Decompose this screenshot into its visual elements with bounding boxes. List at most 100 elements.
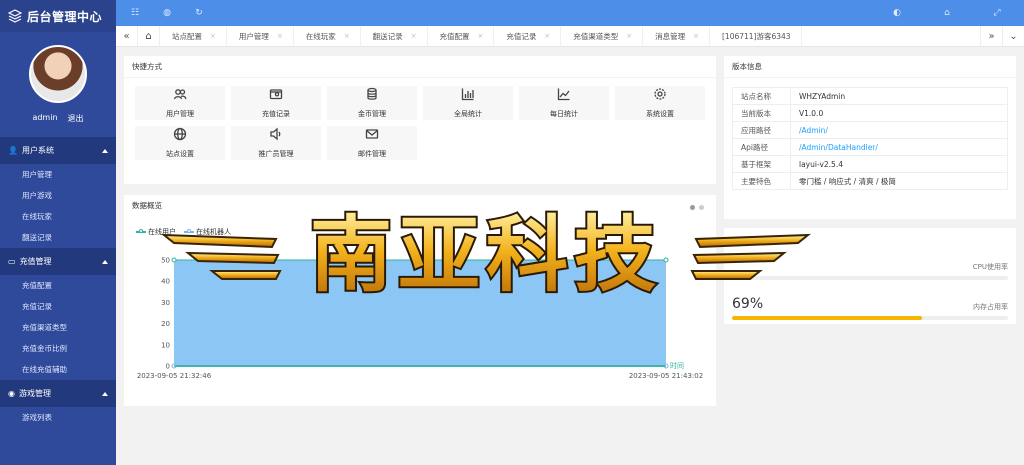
row-value-link[interactable]: /Admin/DataHandler/: [790, 138, 1008, 156]
logout-link[interactable]: 退出: [68, 113, 84, 124]
shortcut-daily-stats[interactable]: 每日统计: [519, 86, 609, 120]
data-point: [663, 257, 669, 263]
metric-label: 内存占用率: [973, 303, 1008, 311]
refresh-icon[interactable]: ↻: [194, 8, 204, 18]
caret-up-icon: [102, 148, 108, 153]
menu-head-recharge[interactable]: ▭ 充值管理: [0, 248, 116, 275]
tab-label: [106711]游客6343: [722, 31, 791, 41]
sidebar-item-recharge-channel[interactable]: 充值渠道类型: [0, 317, 116, 338]
close-icon[interactable]: ×: [544, 32, 550, 40]
layers-icon: [8, 9, 22, 23]
sidebar-item-online-players[interactable]: 在线玩家: [0, 206, 116, 227]
carousel-dot[interactable]: [699, 205, 704, 210]
menu-toggle-icon[interactable]: ☷: [130, 8, 140, 18]
close-icon[interactable]: ×: [693, 32, 699, 40]
bar-chart-icon: [461, 88, 474, 101]
sidebar-item-recharge-assist[interactable]: 在线充值辅助: [0, 359, 116, 380]
table-row: Api路径/Admin/DataHandler/: [732, 138, 1008, 156]
avatar[interactable]: [29, 45, 87, 103]
metric-value: 69%: [732, 296, 764, 312]
table-row: 应用路径/Admin/: [732, 121, 1008, 139]
tab-gift-records[interactable]: 翻送记录 ×: [361, 25, 428, 47]
row-value-link[interactable]: /Admin/: [790, 121, 1008, 139]
sidebar-item-user-manage[interactable]: 用户管理: [0, 164, 116, 185]
home-icon[interactable]: ⌂: [138, 25, 160, 47]
close-icon[interactable]: ×: [344, 32, 350, 40]
card-title: 版本信息: [724, 56, 1016, 78]
users-icon: [173, 89, 187, 100]
progress-fill: [732, 316, 923, 320]
shortcut-mail-manage[interactable]: 邮件管理: [327, 126, 417, 160]
shortcut-label: 全局统计: [454, 110, 482, 118]
sidebar-item-recharge-ratio[interactable]: 充值金币比例: [0, 338, 116, 359]
tab-site-config[interactable]: 站点配置 ×: [160, 25, 227, 47]
fullscreen-icon[interactable]: ⤢: [992, 8, 1002, 18]
row-key: 站点名称: [732, 87, 791, 105]
caret-up-icon: [102, 391, 108, 396]
shortcut-coin-manage[interactable]: 金币管理: [327, 86, 417, 120]
sidebar-item-game-list[interactable]: 游戏列表: [0, 407, 116, 428]
close-icon[interactable]: ×: [626, 32, 632, 40]
shortcut-label: 推广员管理: [258, 150, 294, 158]
system-load-card: CPU使用率 69% 内存占用率: [724, 228, 1016, 324]
shortcut-label: 站点设置: [166, 150, 194, 158]
data-overview-card: 数据概览 在线用户 在线机器人 0 10 20 30 40 50 2023-09-05 21…: [124, 195, 716, 406]
gear-icon: [654, 88, 666, 100]
shortcut-user-manage[interactable]: 用户管理: [135, 86, 225, 120]
tab-guest[interactable]: [106711]游客6343: [710, 25, 802, 47]
close-icon[interactable]: ×: [210, 32, 216, 40]
tab-bar: « ⌂ 站点配置 × 用户管理 × 在线玩家 × 翻送记录 × 充值配置 × 充值记录 × …: [116, 25, 1024, 47]
shortcut-promoter-manage[interactable]: 推广员管理: [231, 126, 321, 160]
theme-icon[interactable]: ◐: [892, 8, 902, 18]
tab-label: 充值配置: [439, 31, 470, 41]
gamepad-icon: ◉: [8, 389, 15, 398]
tag-icon[interactable]: ⌂: [942, 8, 952, 18]
caret-up-icon: [102, 259, 108, 264]
close-icon[interactable]: ×: [411, 32, 417, 40]
menu-head-users[interactable]: 👤 用户系统: [0, 137, 116, 164]
tab-messages[interactable]: 消息管理 ×: [643, 25, 710, 47]
x-tick-label: 2023-09-05 21:43:02: [629, 372, 703, 380]
tab-user-manage[interactable]: 用户管理 ×: [227, 25, 294, 47]
sidebar-item-gift-records[interactable]: 翻送记录: [0, 227, 116, 248]
tabs-prev-icon[interactable]: «: [116, 25, 138, 47]
tab-online-players[interactable]: 在线玩家 ×: [294, 25, 361, 47]
globe-icon[interactable]: ◍: [162, 8, 172, 18]
sidebar-item-recharge-records[interactable]: 充值记录: [0, 296, 116, 317]
menu-head-games[interactable]: ◉ 游戏管理: [0, 380, 116, 407]
table-row: 基于框架 layui-v2.5.4: [732, 155, 1008, 173]
x-axis-label: 时间: [670, 361, 684, 370]
tab-recharge-channel[interactable]: 充值渠道类型 ×: [561, 25, 644, 47]
memory-metric: 69% 内存占用率: [732, 296, 1008, 320]
table-row: 当前版本 V1.0.0: [732, 104, 1008, 122]
close-icon[interactable]: ×: [277, 32, 283, 40]
globe-icon: [173, 127, 187, 141]
row-key: 应用路径: [732, 121, 791, 139]
close-icon[interactable]: ×: [478, 32, 484, 40]
chevron-down-icon[interactable]: ⌄: [1002, 25, 1024, 47]
shortcut-label: 邮件管理: [358, 150, 386, 158]
row-value: 零门槛 / 响应式 / 清爽 / 极简: [790, 172, 1008, 190]
shortcut-system-settings[interactable]: 系统设置: [615, 86, 705, 120]
sidebar-item-user-games[interactable]: 用户游戏: [0, 185, 116, 206]
tab-label: 充值渠道类型: [573, 31, 619, 41]
username[interactable]: admin: [32, 113, 57, 124]
carousel-dot[interactable]: [690, 205, 695, 210]
card-title: 快捷方式: [124, 56, 716, 78]
card-icon: ▭: [8, 257, 16, 266]
tab-recharge-config[interactable]: 充值配置 ×: [428, 25, 495, 47]
carousel-dots[interactable]: [690, 205, 704, 210]
sidebar-item-recharge-config[interactable]: 充值配置: [0, 275, 116, 296]
coins-icon: [367, 87, 377, 100]
row-value: V1.0.0: [790, 104, 1008, 122]
tab-recharge-records[interactable]: 充值记录 ×: [494, 25, 562, 47]
shortcut-global-stats[interactable]: 全局统计: [423, 86, 513, 120]
shortcut-site-settings[interactable]: 站点设置: [135, 126, 225, 160]
cpu-metric: CPU使用率: [732, 262, 1008, 280]
menu-group-games: ◉ 游戏管理 游戏列表: [0, 380, 116, 428]
sidebar: 后台管理中心 admin 退出 👤 用户系统 用户管理 用户游戏 在线玩家 翻送记…: [0, 0, 116, 465]
table-row: 主要特色 零门槛 / 响应式 / 清爽 / 极简: [732, 172, 1008, 190]
area-series-online-users: [174, 260, 666, 366]
tabs-next-icon[interactable]: »: [980, 25, 1002, 47]
shortcut-recharge-records[interactable]: 充值记录: [231, 86, 321, 120]
